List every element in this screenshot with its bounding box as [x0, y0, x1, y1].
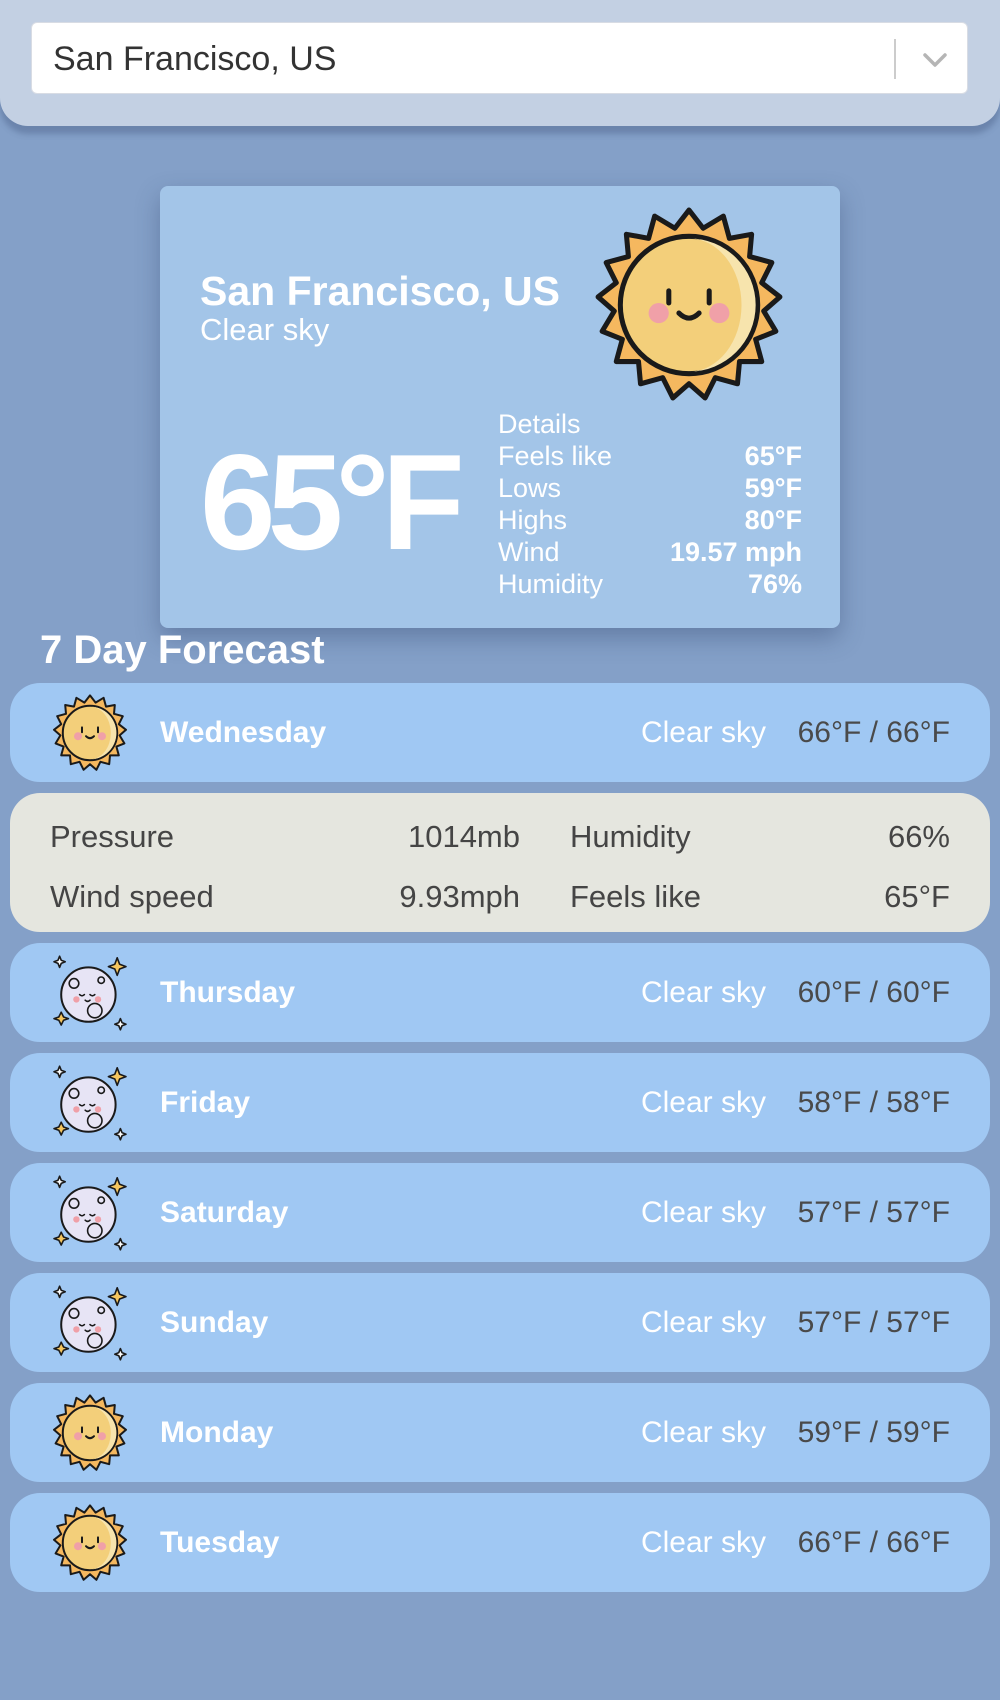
forecast-temperature: 57°F / 57°F — [797, 1196, 950, 1229]
forecast-row-monday[interactable]: Monday Clear sky 59°F / 59°F — [10, 1383, 990, 1482]
sun-icon — [50, 1503, 130, 1583]
city-select[interactable]: San Francisco, US — [31, 22, 968, 94]
detail-value: 59°F — [744, 473, 802, 503]
detail-value: 65°F — [744, 441, 802, 471]
detail-label: Lows — [498, 473, 562, 503]
detail-row: Highs 80°F — [498, 504, 802, 536]
moon-icon — [50, 1063, 130, 1143]
sun-icon — [50, 1393, 130, 1473]
feels-like-label: Feels like — [570, 879, 701, 914]
forecast-description: Clear sky — [640, 716, 766, 749]
humidity-label: Humidity — [570, 819, 691, 854]
forecast-day: Sunday — [160, 1306, 269, 1339]
forecast-description: Clear sky — [640, 1306, 766, 1339]
sun-icon — [588, 204, 790, 406]
forecast-day: Tuesday — [160, 1526, 280, 1559]
forecast-row-wednesday[interactable]: Wednesday Clear sky 66°F / 66°F — [10, 683, 990, 782]
forecast-title: 7 Day Forecast — [40, 628, 325, 672]
feels-like-value: 65°F — [884, 879, 950, 914]
forecast-temperature: 66°F / 66°F — [797, 1526, 950, 1559]
forecast-row-sunday[interactable]: Sunday Clear sky 57°F / 57°F — [10, 1273, 990, 1372]
pressure-value: 1014mb — [407, 819, 520, 854]
forecast-row-tuesday[interactable]: Tuesday Clear sky 66°F / 66°F — [10, 1493, 990, 1592]
select-separator — [894, 39, 896, 79]
forecast-day: Wednesday — [160, 716, 327, 749]
detail-value: 80°F — [744, 505, 802, 535]
forecast-row-thursday[interactable]: Thursday Clear sky 60°F / 60°F — [10, 943, 990, 1042]
forecast-row-friday[interactable]: Friday Clear sky 58°F / 58°F — [10, 1053, 990, 1152]
moon-icon — [50, 953, 130, 1033]
sun-icon — [50, 693, 130, 773]
detail-label: Feels like — [498, 441, 613, 471]
forecast-description: Clear sky — [640, 1416, 766, 1449]
forecast-day: Monday — [160, 1416, 274, 1449]
detail-label: Humidity — [498, 569, 604, 599]
detail-label: Wind — [498, 537, 560, 567]
current-weather-card: San Francisco, US Clear sky 65°F Details… — [160, 186, 840, 628]
forecast-description: Clear sky — [640, 976, 766, 1009]
detail-row: Humidity 76% — [498, 568, 802, 600]
forecast-temperature: 58°F / 58°F — [797, 1086, 950, 1119]
current-condition: Clear sky — [200, 312, 330, 347]
forecast-description: Clear sky — [640, 1526, 766, 1559]
detail-row: Wind 19.57 mph — [498, 536, 802, 568]
moon-icon — [50, 1283, 130, 1363]
forecast-day: Thursday — [160, 976, 296, 1009]
forecast-temperature: 59°F / 59°F — [797, 1416, 950, 1449]
forecast-temperature: 66°F / 66°F — [797, 716, 950, 749]
forecast-row-saturday[interactable]: Saturday Clear sky 57°F / 57°F — [10, 1163, 990, 1262]
chevron-down-icon[interactable] — [917, 45, 953, 75]
pressure-label: Pressure — [50, 819, 175, 854]
forecast-expanded-details: Pressure 1014mb Humidity 66% Wind speed … — [10, 793, 990, 932]
details-title: Details — [498, 409, 581, 439]
current-city: San Francisco, US — [200, 268, 561, 314]
detail-row: Feels like 65°F — [498, 440, 802, 472]
moon-icon — [50, 1173, 130, 1253]
details-panel: Details Feels like 65°F Lows 59°F Highs 80°F W… — [498, 408, 802, 600]
forecast-temperature: 60°F / 60°F — [797, 976, 950, 1009]
forecast-temperature: 57°F / 57°F — [797, 1306, 950, 1339]
city-select-value: San Francisco, US — [53, 40, 337, 78]
detail-value: 19.57 mph — [669, 537, 802, 567]
detail-label: Highs — [498, 505, 568, 535]
search-bar-container: San Francisco, US — [0, 0, 1000, 126]
forecast-day: Saturday — [160, 1196, 289, 1229]
wind-speed-label: Wind speed — [50, 879, 214, 914]
wind-speed-value: 9.93mph — [399, 879, 520, 914]
forecast-day: Friday — [160, 1086, 251, 1119]
humidity-value: 66% — [887, 819, 950, 854]
forecast-description: Clear sky — [640, 1086, 766, 1119]
detail-value: 76% — [747, 569, 802, 599]
current-temperature: 65°F — [200, 426, 465, 578]
forecast-description: Clear sky — [640, 1196, 766, 1229]
detail-row: Lows 59°F — [498, 472, 802, 504]
